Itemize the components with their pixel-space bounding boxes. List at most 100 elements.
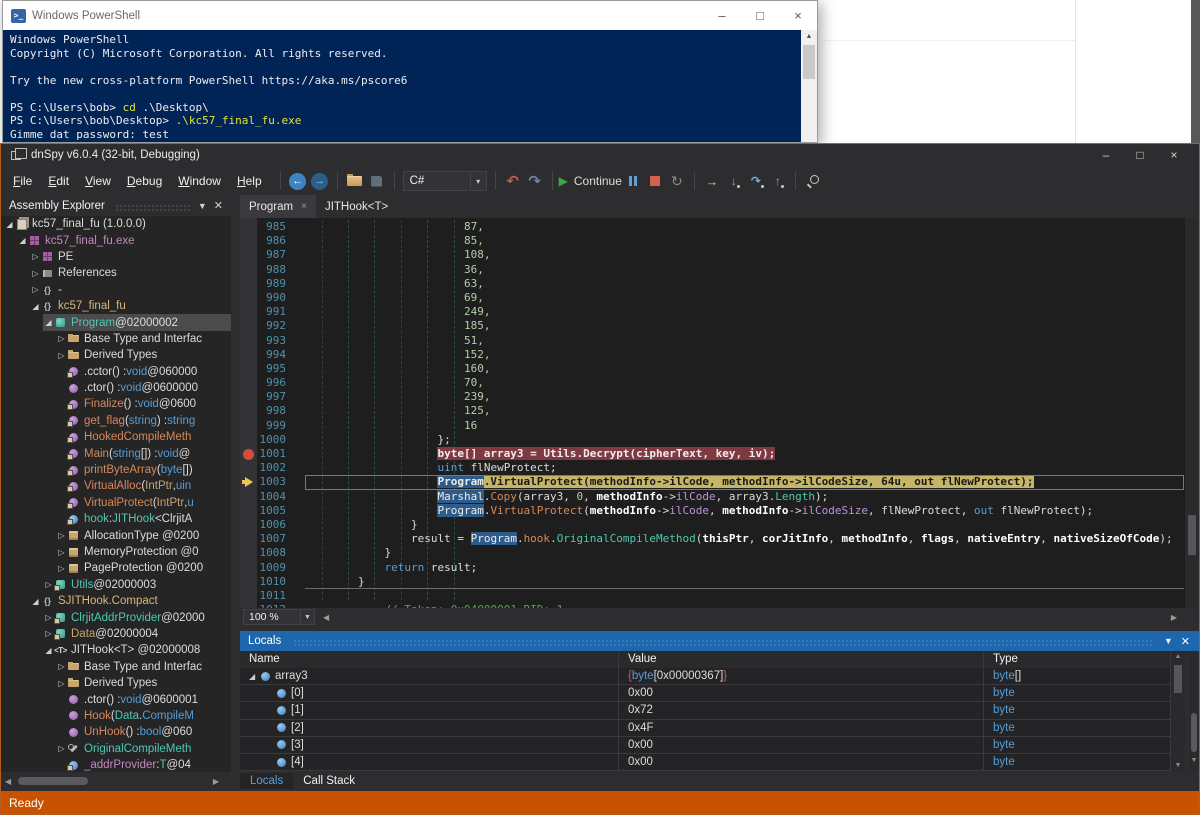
glyph-margin-cell[interactable] [240,518,257,532]
scroll-left-icon[interactable]: ◀ [323,613,329,622]
scroll-right-icon[interactable]: ▶ [1171,613,1177,622]
minimize-button[interactable]: – [703,1,741,30]
tree-item[interactable]: ▷PE [1,249,231,265]
menu-help[interactable]: Help [229,170,270,192]
code-editor[interactable]: 985 87,986 85,987 108,988 36,989 63,990 … [240,218,1199,608]
tree-horizontal-scrollbar[interactable]: ◀ ▶ [1,772,231,791]
menu-file[interactable]: File [5,170,40,192]
expander-icon[interactable]: ▷ [56,548,67,557]
pause-button[interactable] [622,169,644,193]
tab-program[interactable]: Program× [240,195,316,218]
step-out-button[interactable]: ↑ [767,169,789,193]
tree-item-content[interactable]: ◢kc57_final_fu (1.0.0.0) [4,216,231,232]
glyph-margin-cell[interactable] [240,305,257,319]
save-all-button[interactable] [366,169,388,193]
close-button[interactable]: × [1157,148,1191,162]
glyph-margin-cell[interactable] [240,348,257,362]
tree-item[interactable]: UnHook() : bool @060 [1,724,231,740]
language-selector[interactable]: C#▾ [403,171,487,191]
tree-item[interactable]: ◢kc57_final_fu.exe [1,232,231,248]
scroll-left-icon[interactable]: ◀ [5,777,11,786]
zoom-dropdown-icon[interactable]: ▼ [301,609,315,625]
forward-button[interactable]: → [309,169,331,193]
tree-item[interactable]: ▷OriginalCompileMeth [1,741,231,757]
tree-item-content[interactable]: .ctor() : void @0600001 [56,691,231,707]
expander-icon[interactable]: ▷ [43,613,54,622]
tree-item-content[interactable]: ▷Base Type and Interfac [56,659,231,675]
close-icon[interactable]: × [301,201,307,212]
expander-icon[interactable]: ▷ [56,531,67,540]
tree-item-content[interactable]: ▷PageProtection @0200 [56,560,231,576]
tree-item[interactable]: ▷- [1,282,231,298]
glyph-margin-cell[interactable] [240,277,257,291]
continue-button[interactable]: ▶Continue [559,169,622,193]
tree-item-content[interactable]: VirtualAlloc(IntPtr, uin [56,478,231,494]
maximize-button[interactable]: □ [741,1,779,30]
maximize-button[interactable]: □ [1123,148,1157,162]
scroll-up-icon[interactable]: ▲ [801,30,817,44]
expander-icon[interactable]: ◢ [17,236,28,245]
tree-item-content[interactable]: ◢JITHook<T> @02000008 [43,642,231,658]
tree-item-content[interactable]: ◢Program @02000002 [43,314,231,330]
tree-item[interactable]: printByteArray(byte[]) [1,462,231,478]
glyph-margin-cell[interactable] [240,475,257,489]
tree-item[interactable]: ◢kc57_final_fu [1,298,231,314]
expander-icon[interactable]: ◢ [30,302,41,311]
tree-item-content[interactable]: ▷Derived Types [56,675,231,691]
glyph-margin-cell[interactable] [240,419,257,433]
expander-icon[interactable]: ▷ [56,744,67,753]
tree-item[interactable]: ▷Derived Types [1,347,231,363]
locals-row[interactable]: [1]0x72byte [240,702,1171,719]
tree-item[interactable]: ▷Utils @02000003 [1,577,231,593]
expander-icon[interactable]: ▷ [56,334,67,343]
tree-item-content[interactable]: ◢kc57_final_fu [30,298,231,314]
close-button[interactable]: × [779,1,817,30]
tree-item-content[interactable]: hook : JITHook<ClrjitA [56,511,231,527]
tree-item[interactable]: _addrProvider : T @04 [1,757,231,772]
tree-item[interactable]: ▷References [1,265,231,281]
tab-jithook-t-[interactable]: JITHook<T> [316,195,397,218]
locals-row[interactable]: [2]0x4Fbyte [240,720,1171,737]
tree-item[interactable]: ▷ClrjitAddrProvider @02000 [1,609,231,625]
glyph-margin-cell[interactable] [240,220,257,234]
panel-menu-icon[interactable]: ▼ [198,201,207,211]
expander-icon[interactable]: ▷ [43,629,54,638]
scrollbar-thumb[interactable] [18,777,88,785]
tree-item-content[interactable]: ▷PE [30,249,231,265]
stop-button[interactable] [644,169,666,193]
scroll-down-icon[interactable]: ▼ [1189,757,1199,764]
glyph-margin-cell[interactable] [240,248,257,262]
scrollbar-thumb[interactable] [1191,713,1197,752]
step-into-button[interactable]: ↓ [723,169,745,193]
tree-item[interactable]: VirtualAlloc(IntPtr, uin [1,478,231,494]
glyph-margin-cell[interactable] [240,504,257,518]
tree-item[interactable]: VirtualProtect(IntPtr, u [1,495,231,511]
expander-icon[interactable]: ▷ [56,351,67,360]
glyph-margin-cell[interactable] [240,490,257,504]
powershell-titlebar[interactable]: >_ Windows PowerShell –□× [3,1,817,30]
tree-item[interactable]: Hook(Data.CompileM [1,708,231,724]
show-next-statement-button[interactable]: → [701,169,723,193]
glyph-margin-cell[interactable] [240,589,257,603]
glyph-margin-cell[interactable] [240,234,257,248]
menu-window[interactable]: Window [170,170,229,192]
scroll-down-icon[interactable]: ▼ [1171,762,1185,769]
glyph-margin-cell[interactable] [240,319,257,333]
glyph-margin-cell[interactable] [240,390,257,404]
locals-row[interactable]: ◢array3{byte[0x00000367]}byte[] [240,668,1171,685]
tree-item-content[interactable]: _addrProvider : T @04 [56,757,231,772]
glyph-margin-cell[interactable] [240,263,257,277]
tree-item-content[interactable]: ◢SJITHook.Compact [30,593,231,609]
tree-item[interactable]: Finalize() : void @0600 [1,396,231,412]
locals-row[interactable]: [0]0x00byte [240,685,1171,702]
column-header-type[interactable]: Type [984,651,1171,668]
locals-row[interactable]: [4]0x00byte [240,754,1171,771]
tree-item[interactable]: ◢JITHook<T> @02000008 [1,642,231,658]
expander-icon[interactable]: ▷ [30,285,41,294]
editor-vertical-scrollbar[interactable] [1185,218,1199,608]
restart-button[interactable]: ↻ [666,169,688,193]
open-button[interactable] [344,169,366,193]
expander-icon[interactable]: ▷ [30,252,41,261]
expander-icon[interactable]: ▷ [43,580,54,589]
glyph-margin-cell[interactable] [240,546,257,560]
